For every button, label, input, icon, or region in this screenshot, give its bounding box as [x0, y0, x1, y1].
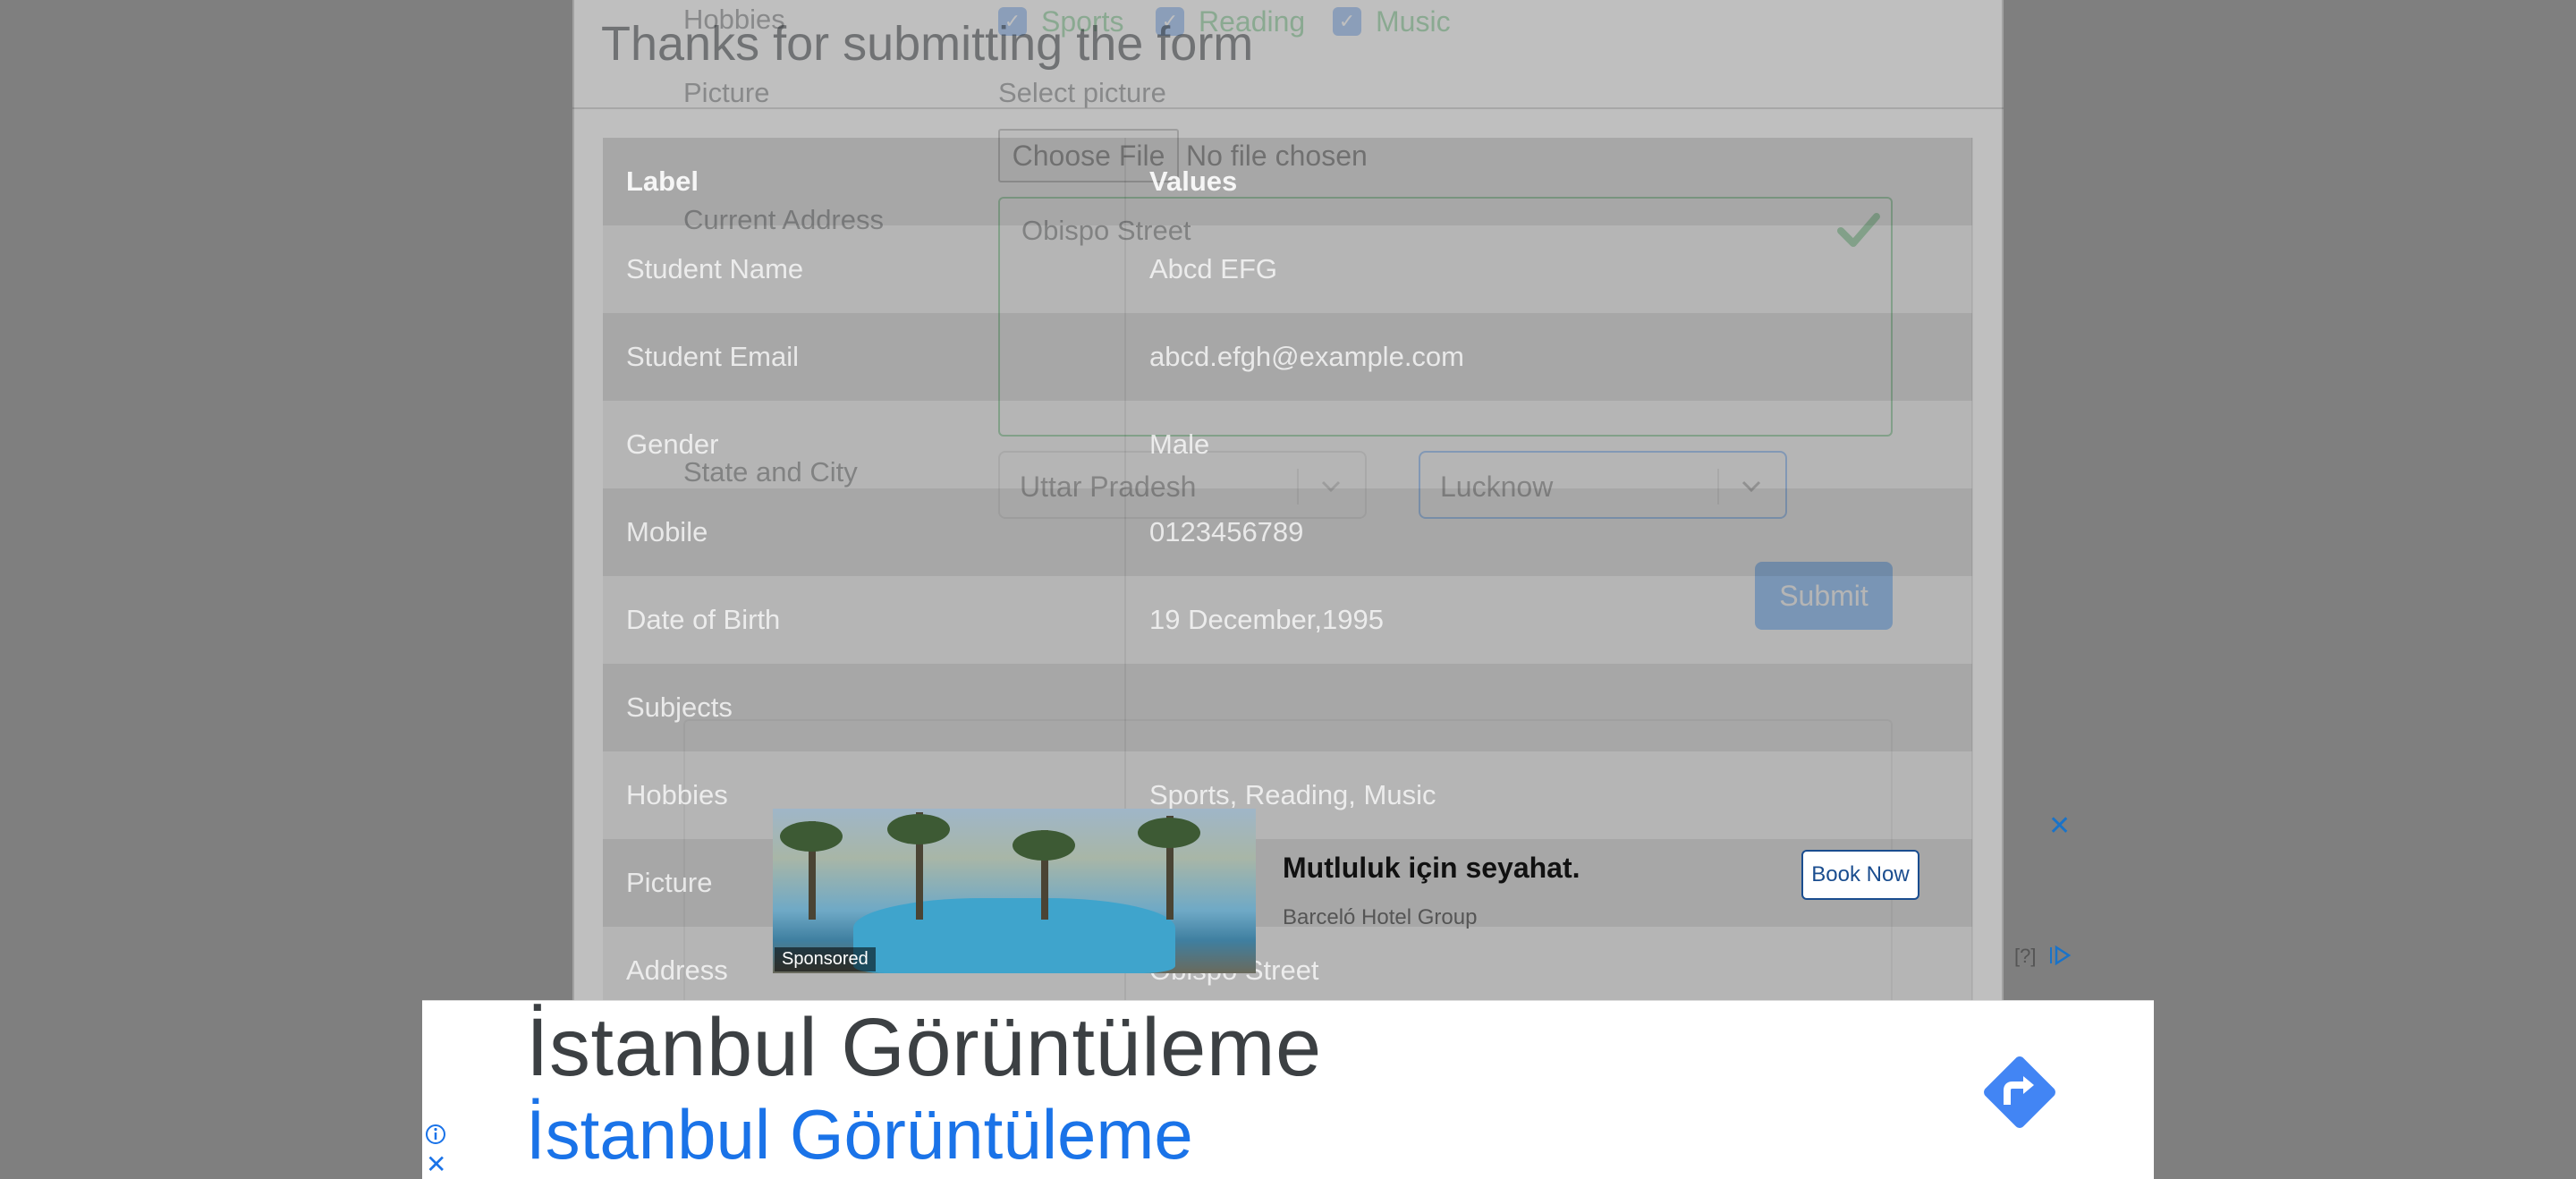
modal-title: Thanks for submitting the form	[601, 17, 1254, 71]
row-label: Subjects	[603, 664, 1126, 751]
ad-brand: Barceló Hotel Group	[1283, 905, 1478, 929]
info-icon[interactable]	[424, 1123, 447, 1146]
header-label: Label	[603, 138, 1126, 225]
row-value: Male	[1125, 401, 1973, 488]
row-value: 0123456789	[1125, 488, 1973, 576]
table-header-row: Label Values	[603, 138, 1973, 225]
row-value: 19 December,1995	[1125, 576, 1973, 664]
table-row: Gender Male	[603, 401, 1973, 488]
sponsored-tag: Sponsored	[775, 947, 876, 971]
palm-frond	[780, 821, 843, 852]
row-label: Student Email	[603, 313, 1126, 401]
palm-frond	[1013, 830, 1075, 861]
table-row: Subjects	[603, 664, 1973, 751]
row-value: abcd.efgh@example.com	[1125, 313, 1973, 401]
header-values: Values	[1125, 138, 1973, 225]
sponsored-ad[interactable]: Sponsored Mutluluk için seyahat. Barceló…	[773, 809, 1928, 973]
palm-frond	[1138, 818, 1200, 848]
book-now-button[interactable]: Book Now	[1801, 850, 1919, 900]
bottom-banner-ad[interactable]: İstanbul Görüntüleme İstanbul Görüntülem…	[422, 1000, 2154, 1179]
directions-icon[interactable]	[1973, 1046, 2066, 1139]
table-row: Mobile 0123456789	[603, 488, 1973, 576]
ad-close-icon[interactable]: ✕	[2048, 810, 2071, 842]
hotel-pool-image[interactable]: Sponsored	[773, 809, 1256, 973]
row-value: Abcd EFG	[1125, 225, 1973, 313]
adchoices-icon[interactable]	[2048, 945, 2072, 966]
banner-close-icon[interactable]: ✕	[426, 1149, 446, 1179]
row-value	[1125, 664, 1973, 751]
banner-link[interactable]: İstanbul Görüntüleme	[526, 1094, 1193, 1175]
row-label: Mobile	[603, 488, 1126, 576]
table-row: Student Name Abcd EFG	[603, 225, 1973, 313]
row-label: Student Name	[603, 225, 1126, 313]
row-label: Date of Birth	[603, 576, 1126, 664]
ad-headline[interactable]: Mutluluk için seyahat.	[1283, 852, 1580, 885]
pool-shape	[853, 898, 1175, 973]
table-row: Student Email abcd.efgh@example.com	[603, 313, 1973, 401]
ad-info-link[interactable]: [?]	[2014, 945, 2036, 968]
banner-headline[interactable]: İstanbul Görüntüleme	[526, 1001, 1322, 1095]
row-label: Gender	[603, 401, 1126, 488]
modal-header-divider	[572, 107, 2004, 109]
palm-frond	[887, 814, 950, 844]
table-row: Date of Birth 19 December,1995	[603, 576, 1973, 664]
